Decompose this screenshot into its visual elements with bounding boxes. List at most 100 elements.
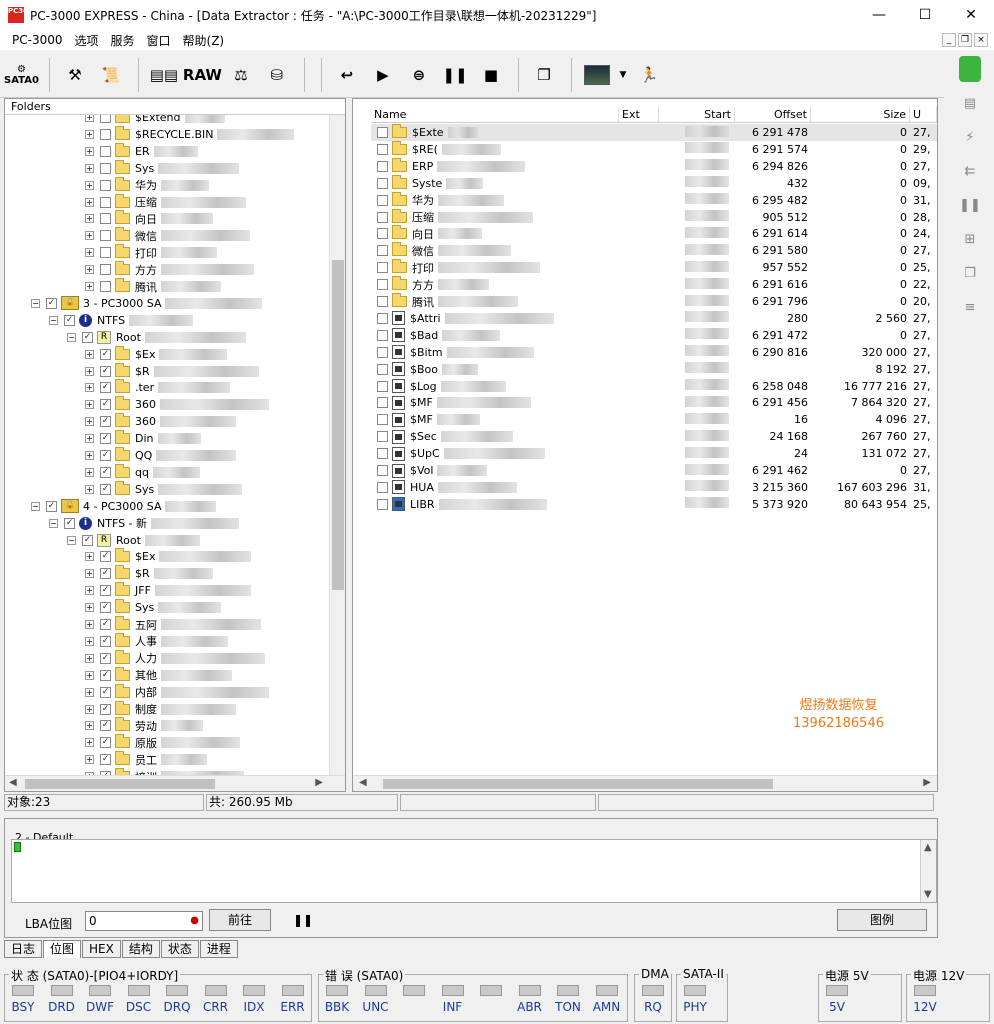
pause-small-icon[interactable]: ❚❚ <box>293 913 313 927</box>
tree-row[interactable]: + 腾讯 <box>85 278 221 295</box>
file-horizontal-scrollbar[interactable]: ◀ ▶ <box>353 775 937 791</box>
tab-status[interactable]: 状态 <box>160 940 199 958</box>
tree-row[interactable]: + 压缩 <box>85 193 246 211</box>
drive-icon[interactable]: ⇇ <box>955 154 985 188</box>
tree-checkbox[interactable]: ✓ <box>100 483 111 495</box>
file-row[interactable]: $RE(6 291 574 0 29, <box>371 140 937 158</box>
tree-checkbox[interactable] <box>100 115 111 123</box>
tree-row[interactable]: + ✓ $R <box>85 565 213 582</box>
tree-row[interactable]: + ✓ $Ex <box>85 345 228 363</box>
tab-hex[interactable]: HEX <box>82 940 121 958</box>
tree-row[interactable]: + ✓ 原版 <box>85 734 240 751</box>
tab-process[interactable]: 进程 <box>199 940 238 958</box>
tree-horizontal-scrollbar[interactable]: ◀ ▶ <box>5 775 345 791</box>
expand-toggle-icon[interactable]: + <box>85 163 94 173</box>
tree-row[interactable]: − ✓ i NTFS - 新 <box>49 515 240 532</box>
expand-toggle-icon[interactable]: + <box>85 552 94 562</box>
tree-checkbox[interactable]: ✓ <box>100 466 111 478</box>
tree-checkbox[interactable]: ✓ <box>100 652 111 664</box>
image-preview-icon[interactable] <box>580 56 614 94</box>
tree-row[interactable]: + ✓ 360 <box>85 396 269 413</box>
file-row[interactable]: $Log 6 258 048 16 777 216 27, <box>371 378 937 395</box>
file-checkbox[interactable] <box>377 296 388 307</box>
tree-checkbox[interactable] <box>100 213 111 225</box>
export-icon[interactable]: ↩ <box>330 56 364 94</box>
column-size[interactable]: Size <box>811 107 910 122</box>
disk-copy-icon[interactable]: ⛁ <box>260 56 294 94</box>
column-start[interactable]: Start <box>659 107 735 122</box>
file-checkbox[interactable] <box>377 431 388 443</box>
file-row[interactable]: $Exte 6 291 478 0 27, <box>371 124 937 141</box>
copy-close-icon[interactable]: ❐ <box>955 256 985 290</box>
mdi-restore-icon[interactable]: ❐ <box>958 33 972 47</box>
file-row[interactable]: 压缩 905 512 0 28, <box>371 208 937 226</box>
mdi-minimize-icon[interactable]: _ <box>942 33 956 47</box>
file-row[interactable]: 向日 6 291 614 0 24, <box>371 225 937 242</box>
expand-toggle-icon[interactable]: + <box>85 129 94 139</box>
mdi-close-icon[interactable]: × <box>974 33 988 47</box>
tree-checkbox[interactable]: ✓ <box>100 619 111 630</box>
tree-checkbox[interactable]: ✓ <box>100 399 111 411</box>
file-row[interactable]: $Boo 8 192 27, <box>371 361 937 378</box>
tree-row[interactable]: + ✓ 人事 <box>85 632 228 650</box>
tree-checkbox[interactable]: ✓ <box>100 416 111 428</box>
tab-log[interactable]: 日志 <box>4 940 43 958</box>
expand-toggle-icon[interactable]: + <box>85 400 94 410</box>
tree-checkbox[interactable] <box>100 247 111 259</box>
file-checkbox[interactable] <box>377 312 388 324</box>
expand-toggle-icon[interactable]: − <box>31 298 40 308</box>
file-row[interactable]: $Vol 6 291 462 0 27, <box>371 462 937 479</box>
scale-icon[interactable]: ⚖ <box>224 56 258 94</box>
file-row[interactable]: $Attri 280 2 560 27, <box>371 310 937 327</box>
file-checkbox[interactable] <box>377 177 388 189</box>
tree-row[interactable]: − ✓ 🔒 3 - PC3000 SA <box>31 295 263 312</box>
expand-toggle-icon[interactable]: + <box>85 484 94 494</box>
column-offset[interactable]: Offset <box>735 107 811 122</box>
column-name[interactable]: Name <box>371 107 619 122</box>
tree-row[interactable]: + 向日 <box>85 210 213 227</box>
raw-button[interactable]: RAW <box>183 56 222 94</box>
file-checkbox[interactable] <box>377 397 388 409</box>
file-checkbox[interactable] <box>377 448 388 460</box>
file-checkbox[interactable] <box>377 211 388 223</box>
file-checkbox[interactable] <box>377 160 388 172</box>
tree-checkbox[interactable] <box>100 230 111 242</box>
tree-row[interactable]: − ✓ 🔒 4 - PC3000 SA <box>31 498 217 515</box>
bitmap-scrollbar[interactable]: ▲ ▼ <box>920 840 936 902</box>
tree-row[interactable]: + ✓ Sys <box>85 599 222 616</box>
tree-checkbox[interactable] <box>100 145 111 157</box>
expand-toggle-icon[interactable]: − <box>67 332 76 342</box>
file-row[interactable]: ERP 6 294 826 0 27, <box>371 157 937 175</box>
tree-row[interactable]: + ✓ 其他 <box>85 666 232 684</box>
go-button[interactable]: 前往 <box>209 909 271 931</box>
expand-toggle-icon[interactable]: − <box>49 518 58 528</box>
file-checkbox[interactable] <box>377 465 388 476</box>
tree-row[interactable]: + ✓ $R <box>85 362 259 380</box>
expand-toggle-icon[interactable]: + <box>85 383 94 393</box>
file-row[interactable]: $UpC 24 131 072 27, <box>371 445 937 462</box>
tree-row[interactable]: + 方方 <box>85 261 254 278</box>
tree-checkbox[interactable]: ✓ <box>64 517 75 529</box>
lba-input[interactable]: 0 ● <box>85 911 203 931</box>
file-checkbox[interactable] <box>377 498 388 510</box>
tree-checkbox[interactable]: ✓ <box>100 602 111 614</box>
pause-icon[interactable]: ❚❚ <box>438 56 472 94</box>
file-checkbox[interactable] <box>377 143 388 155</box>
expand-toggle-icon[interactable]: + <box>85 636 94 646</box>
menu-service[interactable]: 服务 <box>105 32 141 49</box>
sata0-port-button[interactable]: ⚙ SATA0 <box>4 56 39 94</box>
scroll-icon[interactable]: 📜 <box>94 56 128 94</box>
tree-checkbox[interactable] <box>100 128 111 140</box>
expand-toggle-icon[interactable]: + <box>85 603 94 613</box>
expand-toggle-icon[interactable]: + <box>85 653 94 663</box>
tree-row[interactable]: + ✓ Sys <box>85 480 243 498</box>
scroll-thumb[interactable] <box>332 260 344 590</box>
file-row[interactable]: 方方 6 291 616 0 22, <box>371 276 937 293</box>
file-checkbox[interactable] <box>377 262 388 274</box>
tree-checkbox[interactable]: ✓ <box>100 686 111 698</box>
expand-toggle-icon[interactable]: + <box>85 721 94 731</box>
file-row[interactable]: 打印 957 552 0 25, <box>371 259 937 276</box>
tree-row[interactable]: + ✓ QQ <box>85 447 237 464</box>
expand-toggle-icon[interactable]: + <box>85 755 94 765</box>
tree-row[interactable]: + 打印 <box>85 244 217 261</box>
